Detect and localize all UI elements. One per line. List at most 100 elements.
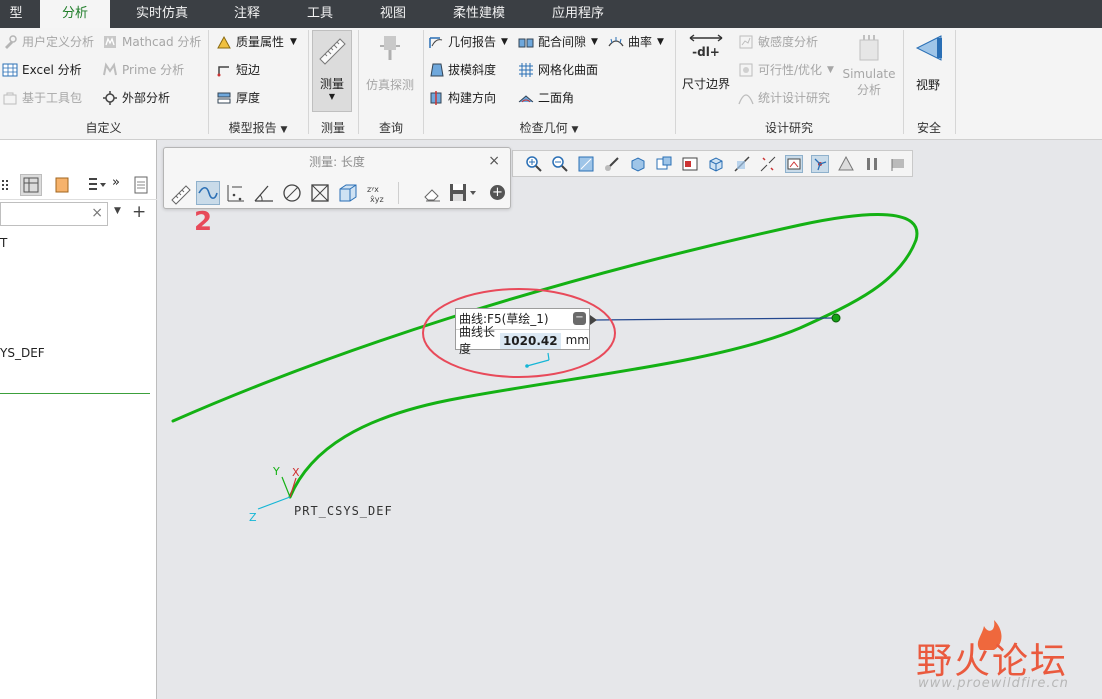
tab-analysis[interactable]: 分析 — [40, 0, 110, 28]
measure-distance-icon[interactable] — [224, 181, 248, 205]
zoom-in-icon[interactable] — [525, 155, 543, 173]
settings-icon[interactable] — [0, 176, 12, 194]
display-style-icon[interactable] — [629, 155, 647, 173]
appearance-icon[interactable] — [837, 155, 855, 173]
build-direction-button[interactable]: 构建方向 — [428, 87, 496, 109]
toolkit-analysis-button[interactable]: 基于工具包 — [2, 87, 82, 109]
measure-angle-icon[interactable] — [252, 181, 276, 205]
tab-view[interactable]: 视图 — [360, 0, 426, 28]
measure-area-icon[interactable] — [308, 181, 332, 205]
prime-analysis-label: Prime 分析 — [122, 63, 185, 77]
filter-icon[interactable] — [86, 175, 108, 195]
add-icon[interactable]: + — [132, 202, 146, 222]
saved-orientations-icon[interactable] — [655, 155, 673, 173]
model-report-label: 模型报告 — [228, 121, 277, 135]
prime-analysis-button[interactable]: Prime 分析 — [102, 59, 184, 81]
feasibility-optimization-button[interactable]: 可行性/优化 ▼ — [738, 59, 834, 81]
perspective-view-icon[interactable] — [707, 155, 725, 173]
flag-icon[interactable] — [889, 155, 907, 173]
curve-length-value[interactable]: 1020.42 — [499, 332, 561, 349]
measure-volume-icon[interactable] — [336, 181, 360, 205]
clearance-button[interactable]: 配合间隙 ▼ — [518, 31, 598, 53]
close-icon[interactable]: × — [488, 153, 500, 169]
folder-icon[interactable] — [52, 175, 72, 195]
user-defined-analysis-button[interactable]: 用户定义分析 — [2, 31, 94, 53]
spin-center-icon[interactable] — [811, 155, 829, 173]
minimize-tooltip-icon[interactable]: − — [573, 312, 586, 325]
save-icon[interactable] — [447, 181, 479, 205]
annotation-display-icon[interactable] — [785, 155, 803, 173]
sensitivity-analysis-button[interactable]: 敏感度分析 — [738, 31, 818, 53]
measure-marker — [526, 352, 550, 367]
draft-label: 拔模斜度 — [448, 63, 497, 77]
simulate-analysis-button[interactable]: Simulate 分析 — [840, 32, 898, 98]
curvature-button[interactable]: 曲率 ▼ — [608, 31, 664, 53]
datum-display-icon[interactable] — [759, 155, 777, 173]
field-of-view-button[interactable]: 视野 — [906, 32, 950, 93]
zoom-out-icon[interactable] — [551, 155, 569, 173]
group-label-query: 查询 — [378, 121, 403, 135]
curve-length-tooltip[interactable]: 曲线:F5(草绘_1) − 曲线长度 1020.42 mm — [455, 308, 590, 356]
mathcad-analysis-button[interactable]: Mathcad 分析 — [102, 31, 201, 53]
watermark-url: www.proewildfire.cn — [918, 676, 1069, 691]
thickness-button[interactable]: 厚度 — [216, 87, 260, 109]
tab-model[interactable]: 型 — [0, 0, 32, 28]
short-edge-icon — [217, 66, 229, 77]
document-icon[interactable] — [132, 175, 150, 195]
simulation-probe-button[interactable]: 仿真探测 — [362, 32, 418, 93]
dimension-boundary-button[interactable]: -dl+ 尺寸边界 — [678, 32, 734, 92]
mass-properties-button[interactable]: 质量属性 ▼ — [216, 31, 297, 53]
sketch-curve[interactable] — [171, 213, 919, 499]
tab-annotate[interactable]: 注释 — [214, 0, 280, 28]
mesh-surface-button[interactable]: 网格化曲面 — [518, 59, 598, 81]
dropdown-arrow-icon: ▼ — [571, 125, 579, 135]
tree-item[interactable]: YS_DEF — [0, 346, 45, 360]
tab-flexible-modeling[interactable]: 柔性建模 — [434, 0, 524, 28]
user-defined-analysis-label: 用户定义分析 — [22, 35, 95, 49]
measure-length-icon[interactable] — [196, 181, 220, 205]
tree-item[interactable]: T — [0, 236, 7, 250]
dihedral-angle-button[interactable]: 二面角 — [518, 87, 574, 109]
transform-icon[interactable]: zʸx x̂yz — [364, 181, 388, 205]
dropdown-arrow-icon: ▼ — [290, 37, 297, 47]
expand-plus-icon[interactable]: + — [490, 185, 505, 200]
view-manager-icon[interactable] — [681, 155, 699, 173]
graphics-viewport[interactable] — [158, 140, 1102, 699]
repaint-icon[interactable] — [603, 155, 621, 173]
geometry-report-button[interactable]: 几何报告 ▼ — [428, 31, 508, 53]
clearance-icon — [518, 38, 534, 48]
curvature-label: 曲率 — [628, 35, 653, 49]
excel-analysis-button[interactable]: Excel 分析 — [2, 59, 82, 81]
eraser-icon[interactable] — [420, 181, 444, 205]
search-dropdown-icon[interactable]: ▼ — [114, 206, 121, 216]
measure-summary-icon[interactable] — [169, 181, 193, 205]
statistical-design-study-button[interactable]: 统计设计研究 — [738, 87, 830, 109]
group-label-inspect-geometry[interactable]: 检查几何 ▼ — [424, 119, 674, 137]
tree-view-icon[interactable] — [20, 174, 42, 196]
mass-properties-label: 质量属性 — [236, 35, 285, 49]
search-input[interactable]: × — [0, 202, 108, 226]
group-label-model-report[interactable]: 模型报告 ▼ — [210, 119, 306, 137]
feasibility-optimization-icon — [739, 63, 753, 77]
more-icon[interactable]: » — [112, 175, 120, 190]
user-defined-analysis-icon — [5, 35, 17, 49]
measure-button[interactable]: 测量 ▼ — [312, 30, 352, 112]
mathcad-analysis-label: Mathcad 分析 — [122, 35, 202, 49]
short-edge-button[interactable]: 短边 — [216, 59, 260, 81]
leader-arrow-icon — [590, 315, 597, 325]
mathcad-icon — [104, 36, 116, 48]
clear-search-icon[interactable]: × — [91, 205, 103, 221]
draft-button[interactable]: 拔模斜度 — [428, 59, 496, 81]
measure-diameter-icon[interactable] — [280, 181, 304, 205]
tab-realtime-simulation[interactable]: 实时仿真 — [118, 0, 206, 28]
tab-tools[interactable]: 工具 — [288, 0, 352, 28]
external-analysis-label: 外部分析 — [122, 91, 171, 105]
group-label-measure: 测量 — [320, 121, 345, 135]
refit-icon[interactable] — [577, 155, 595, 173]
tab-applications[interactable]: 应用程序 — [532, 0, 624, 28]
external-analysis-button[interactable]: 外部分析 — [102, 87, 170, 109]
curve-pick-point — [831, 313, 841, 323]
section-icon[interactable] — [733, 155, 751, 173]
pause-icon[interactable] — [863, 155, 881, 173]
model-tree-toolbar: » — [0, 172, 157, 200]
